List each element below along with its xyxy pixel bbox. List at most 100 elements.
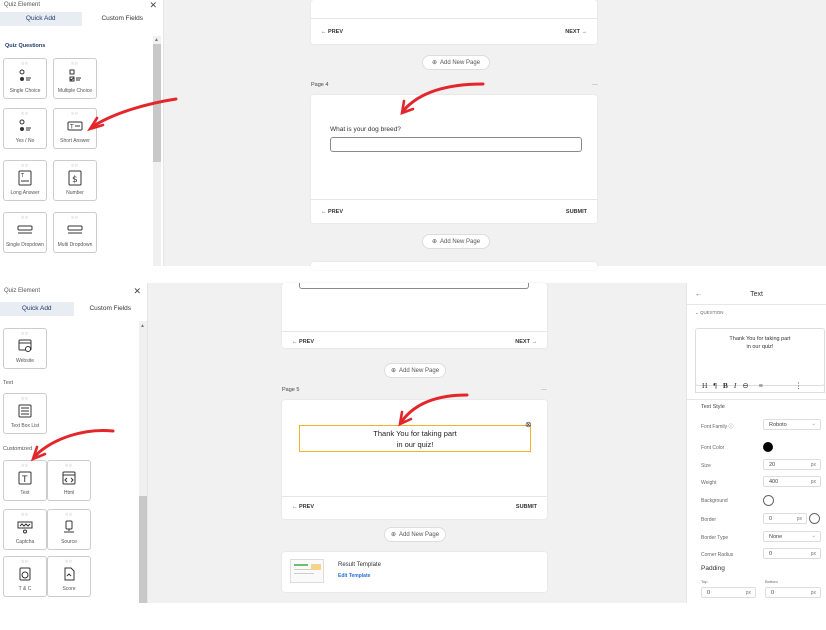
background-color-swatch[interactable] [763, 495, 774, 506]
tile-single-dropdown[interactable]: ⠿⠿ Single Dropdown [3, 212, 47, 253]
align-icon[interactable]: ≡ [759, 381, 763, 390]
divider [311, 18, 597, 19]
single-dropdown-icon [17, 225, 33, 234]
padding-top-input[interactable]: 0 px [701, 587, 756, 598]
scrollbar-thumb[interactable] [139, 496, 147, 603]
quiz-element-sidebar: Quiz Element ✕ Quick Add Custom Fields ⠿… [0, 283, 148, 603]
chevron-down-icon: ⌄ [811, 533, 816, 539]
tile-label: Single Choice [9, 88, 41, 94]
question-section-toggle[interactable]: ⌄ QUESTION [695, 310, 724, 316]
svg-text:$: $ [72, 175, 78, 185]
question-text: What is your dog breed? [330, 126, 401, 133]
builder-canvas: ← PREV NEXT → ⊕ Add New Page Page 5 ... T… [148, 283, 686, 603]
terms-icon [19, 567, 31, 581]
tile-captcha[interactable]: ⠿⠿ Captcha [3, 509, 47, 550]
weight-input[interactable]: 400 px [763, 476, 821, 487]
page-4-card: What is your dog breed? ← PREV SUBMIT [311, 95, 597, 223]
more-options-icon[interactable]: ... [592, 80, 598, 87]
add-new-page-button[interactable]: ⊕ Add New Page [384, 527, 446, 542]
tile-website[interactable]: ⠿⠿ Website [3, 328, 47, 369]
tab-quick-add[interactable]: Quick Add [0, 12, 82, 26]
scroll-up-icon[interactable]: ▲ [140, 323, 145, 329]
tile-score[interactable]: ⠿⠿ Score [47, 556, 91, 597]
border-type-select[interactable]: None ⌄ [763, 531, 821, 542]
submit-button[interactable]: SUBMIT [566, 209, 587, 215]
scrollbar-thumb[interactable] [153, 44, 161, 162]
sidebar-title: Quiz Element [4, 288, 41, 294]
add-new-page-button[interactable]: ⊕ Add New Page [422, 234, 490, 249]
number-icon: $ [68, 170, 82, 186]
padding-bottom-input[interactable]: 0 px [765, 587, 821, 598]
drag-handle-icon: ⠿⠿ [21, 512, 29, 517]
divider [311, 199, 597, 200]
tab-custom-fields[interactable]: Custom Fields [82, 12, 164, 26]
add-page-label: Add New Page [399, 531, 440, 538]
border-value: 0 [769, 516, 773, 522]
font-family-select[interactable]: Roboto ⌄ [763, 419, 821, 430]
prev-button[interactable]: ← PREV [292, 339, 314, 345]
font-color-swatch[interactable] [763, 442, 773, 452]
prev-button[interactable]: ← PREV [292, 504, 314, 510]
tile-text[interactable]: ⠿⠿ T Text [3, 460, 47, 501]
tile-html[interactable]: ⠿⠿ Html [47, 460, 91, 501]
result-template-card: Result Template Edit Template [282, 552, 547, 592]
border-type-label: Border Type [701, 535, 729, 541]
close-icon[interactable]: ✕ [133, 286, 141, 297]
add-new-page-button[interactable]: ⊕ Add New Page [384, 363, 446, 378]
tile-yes-no[interactable]: ⠿⠿ Yes / No [3, 108, 47, 149]
tile-number[interactable]: ⠿⠿ $ Number [53, 160, 97, 201]
tile-label: Website [16, 358, 34, 364]
size-value: 20 [769, 462, 776, 468]
font-color-label: Font Color [701, 445, 725, 451]
tile-multiple-choice[interactable]: ⠿⠿ Multiple Choice [53, 58, 97, 99]
scroll-up-icon[interactable]: ▲ [154, 37, 159, 43]
padding-bottom-value: 0 [771, 590, 775, 596]
tab-custom-fields[interactable]: Custom Fields [74, 302, 148, 316]
close-icon[interactable]: ✕ [149, 0, 157, 11]
tile-single-choice[interactable]: ⠿⠿ Single Choice [3, 58, 47, 99]
more-options-icon[interactable]: ⋮ [795, 381, 803, 390]
drag-handle-icon: ⠿⠿ [21, 559, 29, 564]
divider [687, 399, 826, 400]
prev-button[interactable]: ← PREV [321, 209, 343, 215]
font-family-value: Roboto [769, 422, 787, 428]
prev-button[interactable]: ← PREV [321, 29, 343, 35]
tile-label: Short Answer [60, 138, 90, 144]
paragraph-icon[interactable]: ¶ [713, 381, 716, 390]
tab-quick-add[interactable]: Quick Add [0, 302, 74, 316]
tile-terms[interactable]: ⠿⠿ T & C [3, 556, 47, 597]
add-page-label: Add New Page [440, 238, 481, 245]
tile-long-answer[interactable]: ⠿⠿ T Long Answer [3, 160, 47, 201]
border-input[interactable]: 0 px [763, 513, 807, 524]
add-page-label: Add New Page [440, 59, 481, 66]
tile-multi-dropdown[interactable]: ⠿⠿ Multi Dropdown [53, 212, 97, 253]
add-new-page-button[interactable]: ⊕ Add New Page [422, 55, 490, 70]
tile-short-answer[interactable]: ⠿⠿ T Short Answer [53, 108, 97, 149]
weight-label: Weight [701, 480, 717, 486]
info-icon: ⓘ [728, 424, 734, 430]
page-4-card: ← PREV NEXT → [282, 283, 547, 348]
next-button[interactable]: NEXT → [565, 29, 587, 35]
question-text-editor[interactable]: Thank You for taking part in our quiz! [695, 328, 825, 386]
section-customized: Customized [3, 446, 33, 452]
more-options-icon[interactable]: ... [541, 385, 547, 392]
heading-icon[interactable]: H [702, 381, 707, 390]
size-input[interactable]: 20 px [763, 459, 821, 470]
divider [687, 304, 826, 305]
italic-icon[interactable]: I [734, 381, 737, 390]
next-button[interactable]: NEXT → [515, 339, 537, 345]
tile-text-box-list[interactable]: ⠿⠿ Text Box List [3, 393, 47, 434]
thank-you-text-element[interactable]: Thank You for taking part in our quiz! [299, 425, 531, 452]
corner-radius-label: Corner Radius [701, 552, 734, 558]
corner-radius-input[interactable]: 0 px [763, 548, 821, 559]
tile-label: Multiple Choice [57, 88, 93, 94]
tile-source[interactable]: ⠿⠿ Source [47, 509, 91, 550]
bold-icon[interactable]: B [723, 381, 728, 390]
submit-button[interactable]: SUBMIT [516, 504, 537, 510]
remove-element-icon[interactable]: ⊗ [525, 420, 532, 429]
edit-template-link[interactable]: Edit Template [338, 573, 370, 579]
short-answer-field[interactable] [299, 283, 529, 289]
strikethrough-icon[interactable]: ⊖ [742, 381, 748, 390]
border-color-swatch[interactable] [809, 513, 820, 524]
short-answer-field[interactable] [330, 137, 582, 152]
